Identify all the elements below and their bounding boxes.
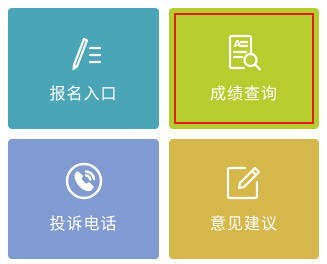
pen-list-icon: [64, 32, 104, 72]
tile-complaint-phone-label: 投诉电话: [49, 214, 118, 233]
tile-registration-entry[interactable]: 报名入口: [8, 8, 159, 129]
tile-feedback-suggestions[interactable]: 意见建议: [169, 139, 319, 259]
edit-note-icon: [224, 163, 264, 203]
tile-score-query-label: 成绩查询: [209, 84, 278, 103]
svg-text:A: A: [234, 39, 242, 50]
tile-registration-entry-label: 报名入口: [49, 84, 118, 103]
document-search-icon: A: [224, 32, 264, 72]
menu-grid: 报名入口 A 成绩查询 投诉电话 意见建议: [0, 0, 327, 264]
tile-score-query[interactable]: A 成绩查询: [169, 8, 319, 129]
tile-complaint-phone[interactable]: 投诉电话: [8, 139, 159, 259]
tile-feedback-suggestions-label: 意见建议: [209, 214, 278, 233]
phone-icon: [64, 161, 104, 201]
